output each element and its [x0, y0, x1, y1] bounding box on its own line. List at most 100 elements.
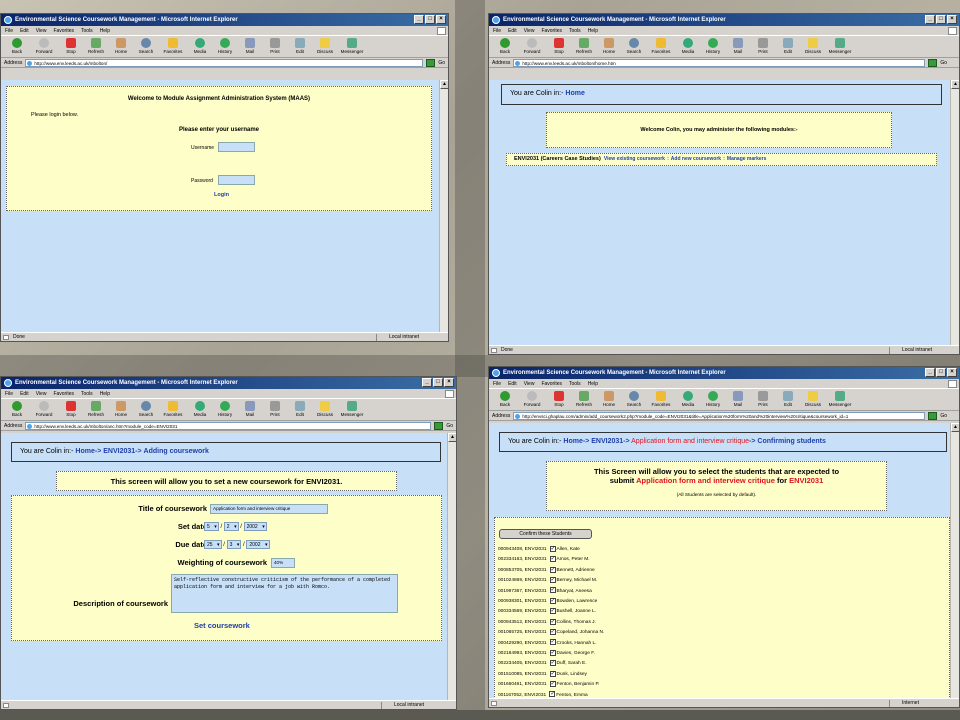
set-month-select[interactable]: 2: [223, 522, 239, 531]
menu-tools[interactable]: Tools: [569, 379, 581, 388]
student-checkbox[interactable]: [549, 618, 556, 627]
menu-tools[interactable]: Tools: [569, 26, 581, 35]
menu-edit[interactable]: Edit: [20, 389, 29, 398]
go-button[interactable]: Go: [940, 413, 947, 419]
address-input[interactable]: http://www.env.leeds.ac.uk/mbolton/home.…: [513, 58, 926, 67]
student-checkbox[interactable]: [549, 628, 556, 637]
vertical-scrollbar[interactable]: ▲: [439, 80, 448, 333]
student-checkbox[interactable]: [549, 545, 556, 554]
view-coursework-link[interactable]: View existing coursework: [604, 156, 665, 162]
home-button[interactable]: Home: [109, 400, 133, 420]
login-button[interactable]: Login: [214, 192, 229, 198]
student-checkbox[interactable]: [549, 638, 556, 647]
search-button[interactable]: Search: [622, 37, 646, 57]
menu-favorites[interactable]: Favorites: [53, 389, 74, 398]
search-button[interactable]: Search: [134, 37, 158, 57]
menu-edit[interactable]: Edit: [508, 379, 517, 388]
address-input[interactable]: http://www.env.leeds.ac.uk/mbolton/: [25, 58, 424, 67]
student-checkbox[interactable]: [549, 690, 555, 699]
stop-button[interactable]: Stop: [59, 400, 83, 420]
set-coursework-button[interactable]: Set coursework: [194, 621, 250, 630]
vertical-scrollbar[interactable]: ▲: [950, 80, 959, 346]
breadcrumb-module-link[interactable]: ENVI2031: [103, 448, 135, 455]
menu-view[interactable]: View: [524, 26, 535, 35]
mail-button[interactable]: Mail: [726, 37, 750, 57]
go-button[interactable]: Go: [446, 423, 453, 429]
messenger-button[interactable]: Messenger: [826, 390, 854, 410]
menu-file[interactable]: File: [493, 379, 501, 388]
go-arrow-icon[interactable]: [426, 58, 436, 67]
menu-edit[interactable]: Edit: [508, 26, 517, 35]
menu-help[interactable]: Help: [588, 379, 598, 388]
menu-view[interactable]: View: [36, 26, 47, 35]
description-textarea[interactable]: Self-reflective constructive criticism o…: [171, 574, 398, 613]
student-checkbox[interactable]: [549, 597, 556, 606]
student-checkbox[interactable]: [549, 649, 556, 658]
search-button[interactable]: Search: [134, 400, 158, 420]
student-checkbox[interactable]: [549, 680, 556, 689]
history-button[interactable]: History: [213, 37, 237, 57]
menu-edit[interactable]: Edit: [20, 26, 29, 35]
print-button[interactable]: Print: [263, 37, 287, 57]
favorites-button[interactable]: Favorites: [159, 400, 187, 420]
maximize-button[interactable]: □: [425, 15, 435, 24]
discuss-button[interactable]: Discuss: [801, 37, 825, 57]
menu-file[interactable]: File: [5, 26, 13, 35]
menu-help[interactable]: Help: [100, 389, 110, 398]
minimize-button[interactable]: _: [925, 15, 935, 24]
student-checkbox[interactable]: [549, 566, 556, 575]
refresh-button[interactable]: Refresh: [572, 390, 596, 410]
forward-button[interactable]: Forward: [518, 37, 546, 57]
back-button[interactable]: Back: [493, 390, 517, 410]
media-button[interactable]: Media: [676, 390, 700, 410]
forward-button[interactable]: Forward: [30, 37, 58, 57]
username-input[interactable]: [218, 142, 255, 152]
student-checkbox[interactable]: [549, 576, 556, 585]
breadcrumb-home-link[interactable]: Home: [75, 448, 94, 455]
edit-button[interactable]: Edit: [288, 37, 312, 57]
home-button[interactable]: Home: [109, 37, 133, 57]
go-arrow-icon[interactable]: [928, 58, 938, 67]
discuss-button[interactable]: Discuss: [313, 37, 337, 57]
due-month-select[interactable]: 3: [226, 540, 242, 549]
go-button[interactable]: Go: [940, 60, 947, 66]
close-button[interactable]: ×: [947, 368, 957, 377]
print-button[interactable]: Print: [263, 400, 287, 420]
student-checkbox[interactable]: [549, 586, 556, 595]
mail-button[interactable]: Mail: [726, 390, 750, 410]
password-input[interactable]: [218, 175, 255, 185]
minimize-button[interactable]: _: [925, 368, 935, 377]
breadcrumb-home-link[interactable]: Home: [565, 90, 584, 97]
menu-favorites[interactable]: Favorites: [53, 26, 74, 35]
student-checkbox[interactable]: [549, 659, 556, 668]
print-button[interactable]: Print: [751, 37, 775, 57]
confirm-students-button[interactable]: Confirm these Students: [499, 529, 592, 539]
go-button[interactable]: Go: [438, 60, 445, 66]
vertical-scrollbar[interactable]: ▲: [447, 433, 456, 701]
due-year-select[interactable]: 2002: [246, 540, 270, 549]
stop-button[interactable]: Stop: [547, 390, 571, 410]
minimize-button[interactable]: _: [414, 15, 424, 24]
student-checkbox[interactable]: [549, 670, 556, 679]
back-button[interactable]: Back: [493, 37, 517, 57]
print-button[interactable]: Print: [751, 390, 775, 410]
student-checkbox[interactable]: [549, 607, 556, 616]
search-button[interactable]: Search: [622, 390, 646, 410]
favorites-button[interactable]: Favorites: [647, 37, 675, 57]
home-button[interactable]: Home: [597, 37, 621, 57]
breadcrumb-module-link[interactable]: ENVI2031: [591, 438, 623, 445]
media-button[interactable]: Media: [188, 37, 212, 57]
messenger-button[interactable]: Messenger: [826, 37, 854, 57]
go-arrow-icon[interactable]: [928, 411, 938, 420]
favorites-button[interactable]: Favorites: [159, 37, 187, 57]
home-button[interactable]: Home: [597, 390, 621, 410]
menu-help[interactable]: Help: [588, 26, 598, 35]
minimize-button[interactable]: _: [422, 378, 432, 387]
maximize-button[interactable]: □: [433, 378, 443, 387]
menu-favorites[interactable]: Favorites: [541, 26, 562, 35]
discuss-button[interactable]: Discuss: [801, 390, 825, 410]
due-day-select[interactable]: 25: [204, 540, 222, 549]
menu-view[interactable]: View: [524, 379, 535, 388]
title-input[interactable]: Application form and interview critique: [210, 504, 328, 514]
edit-button[interactable]: Edit: [776, 37, 800, 57]
